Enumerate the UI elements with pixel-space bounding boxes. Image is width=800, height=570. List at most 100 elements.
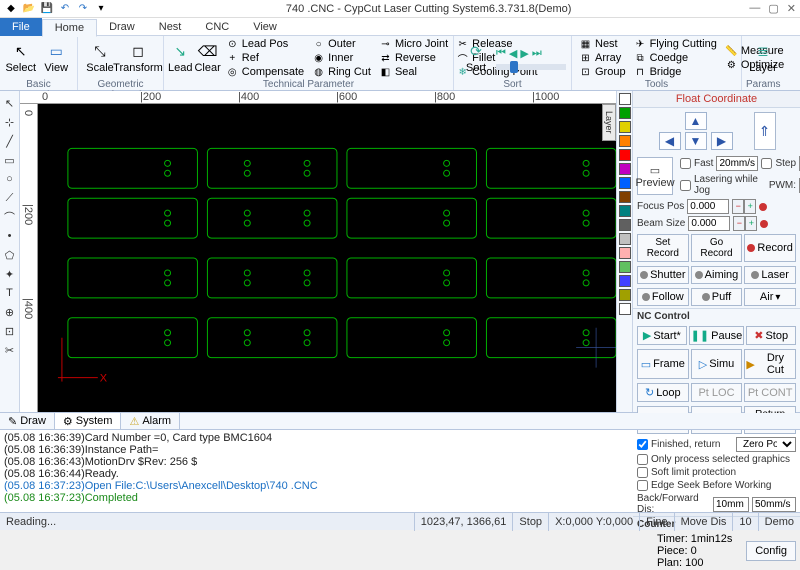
tool-node[interactable]: ⊹ [2,114,18,130]
shutter-button[interactable]: Shutter [637,266,689,284]
layer-swatch[interactable] [619,219,631,231]
microjoint-button[interactable]: ⊸Micro Joint [376,37,451,51]
open-icon[interactable]: 📂 [22,2,36,16]
seal-button[interactable]: ◧Seal [376,65,451,79]
tool-text[interactable]: T [2,285,18,301]
fast-checkbox[interactable] [680,158,691,169]
tool-circle[interactable]: ○ [2,171,18,187]
ptloc-button[interactable]: Pt LOC [691,383,743,402]
drawing-viewport[interactable]: Layer [38,104,616,412]
inner-button[interactable]: ◉Inner [309,51,374,65]
maximize-icon[interactable]: ▢ [768,2,778,15]
draw-tab[interactable]: Draw [97,18,147,36]
cnc-tab[interactable]: CNC [193,18,241,36]
air-button[interactable]: Air ▾ [744,288,796,306]
sort-prev-group-icon[interactable]: ⏮ [496,47,506,60]
follow-button[interactable]: Follow [637,288,689,306]
focus-minus[interactable]: − [732,199,744,214]
layer-swatch[interactable] [619,261,631,273]
transform-button[interactable]: ◻Transform [120,37,156,79]
beam-minus[interactable]: − [733,216,745,231]
jog-z-up[interactable]: ⇑ [754,112,776,150]
qat-more-icon[interactable]: ▾ [94,2,108,16]
coedge-button[interactable]: ⧉Coedge [631,51,720,65]
close-icon[interactable]: ✕ [787,2,796,15]
layer-swatch[interactable] [619,275,631,287]
btab-system[interactable]: ⚙System [55,413,122,429]
view-button[interactable]: ▭View [40,37,74,79]
preview-button[interactable]: ▭Preview [637,157,673,195]
gorecord-button[interactable]: Go Record [691,234,743,262]
bridge-button[interactable]: ⊓Bridge [631,65,720,79]
sort-prev-icon[interactable]: ◀ [509,47,517,60]
laserjog-checkbox[interactable] [680,180,691,191]
beam-input[interactable] [688,216,730,231]
lead-button[interactable]: ↘Lead [168,37,192,79]
loop-button[interactable]: ↻Loop [637,383,689,402]
redo-icon[interactable]: ↷ [76,2,90,16]
sort-slider[interactable] [510,61,518,73]
tool-polygon[interactable]: ⬠ [2,247,18,263]
puff-button[interactable]: Puff [691,288,743,306]
array-button[interactable]: ⊞Array [576,51,629,65]
layer-swatch[interactable] [619,303,631,315]
layer-swatch[interactable] [619,135,631,147]
jog-down[interactable]: ▼ [685,132,707,150]
outer-button[interactable]: ○Outer [309,37,374,51]
beam-plus[interactable]: + [745,216,757,231]
tool-group[interactable]: ⊡ [2,323,18,339]
config-button[interactable]: Config [746,541,796,561]
tool-line[interactable]: ╱ [2,133,18,149]
layer-swatch[interactable] [619,163,631,175]
tool-pointer[interactable]: ↖ [2,95,18,111]
nest-button[interactable]: ▦Nest [576,37,629,51]
layer-swatch[interactable] [619,107,631,119]
status-fine[interactable]: Fine [639,513,673,531]
pause-button[interactable]: ❚❚Pause [689,326,745,345]
minimize-icon[interactable]: — [749,2,760,15]
layer-swatch[interactable] [619,149,631,161]
start-button[interactable]: ▶Start* [637,326,687,345]
layer-swatch[interactable] [619,233,631,245]
jog-left[interactable]: ◀ [659,132,681,150]
jog-right[interactable]: ▶ [711,132,733,150]
aiming-button[interactable]: Aiming [691,266,743,284]
tool-point[interactable]: • [2,228,18,244]
btab-draw[interactable]: ✎Draw [0,413,55,429]
record-button[interactable]: Record [744,234,796,262]
fast-input[interactable] [716,156,758,171]
layer-swatch[interactable] [619,191,631,203]
status-movedis[interactable]: 10 [732,513,757,531]
reverse-button[interactable]: ⇄Reverse [376,51,451,65]
drycut-button[interactable]: ▶Dry Cut [744,349,796,379]
tool-measure[interactable]: ⊕ [2,304,18,320]
setrecord-button[interactable]: Set Record [637,234,689,262]
btab-alarm[interactable]: ⚠Alarm [121,413,180,429]
select-button[interactable]: ↖Select [4,37,38,79]
view-menu-tab[interactable]: View [241,18,289,36]
compensate-button[interactable]: ◎Compensate [223,65,307,79]
stop-button[interactable]: ✖Stop [746,326,796,345]
home-tab[interactable]: Home [42,19,97,37]
layer-swatch[interactable] [619,205,631,217]
save-icon[interactable]: 💾 [40,2,54,16]
layer-swatch[interactable] [619,289,631,301]
layer-button[interactable]: ≣Layer [746,37,780,79]
tool-arc[interactable]: ⌒ [2,209,18,225]
leadpos-button[interactable]: ⊙Lead Pos [223,37,307,51]
undo-icon[interactable]: ↶ [58,2,72,16]
group-button[interactable]: ⊡Group [576,65,629,79]
tool-star[interactable]: ✦ [2,266,18,282]
laser-toggle[interactable]: Laser [744,266,796,284]
ptcont-button[interactable]: Pt CONT [744,383,796,402]
tool-rect[interactable]: ▭ [2,152,18,168]
focus-plus[interactable]: + [744,199,756,214]
simu-button[interactable]: ▷Simu [691,349,743,379]
clear-button[interactable]: ⌫Clear [194,37,220,79]
jog-up[interactable]: ▲ [685,112,707,130]
layer-swatch[interactable] [619,177,631,189]
focus-input[interactable] [687,199,729,214]
nest-tab[interactable]: Nest [147,18,194,36]
tool-polyline[interactable]: ⟋ [2,190,18,206]
step-checkbox[interactable] [761,158,772,169]
